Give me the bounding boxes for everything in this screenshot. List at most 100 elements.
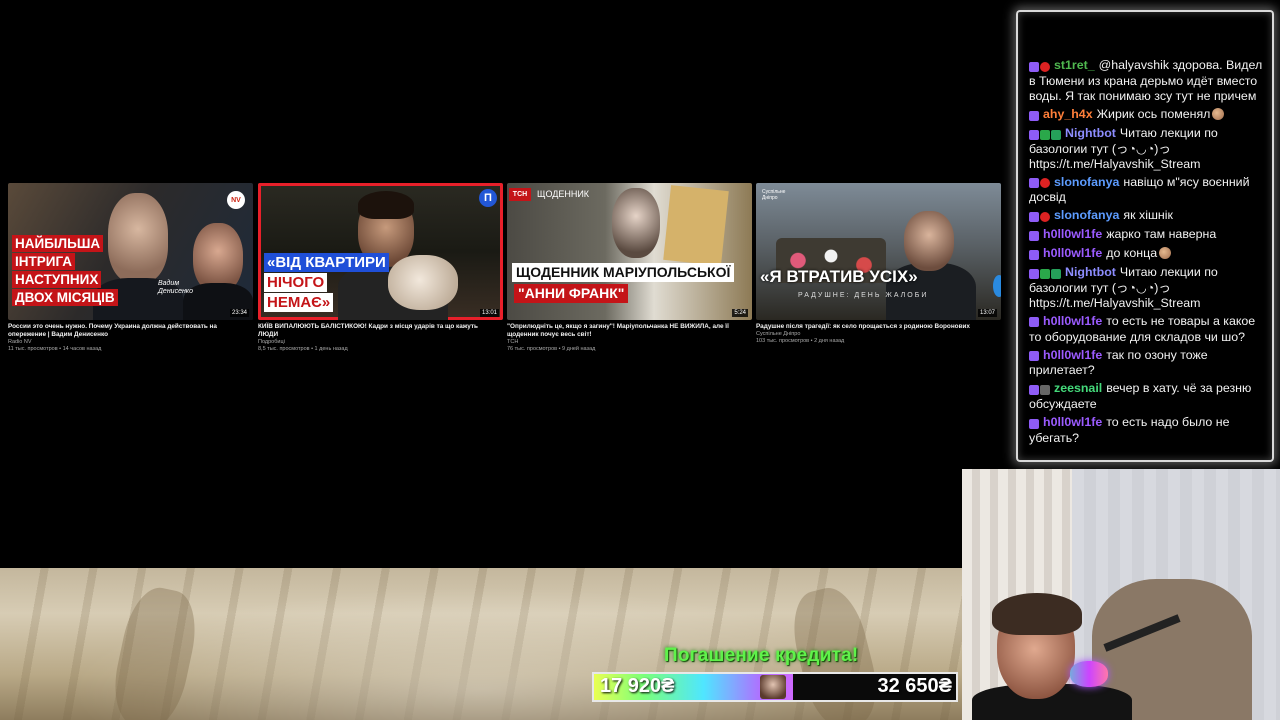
chat-message: st1ret_ @halyavshik здорова. Видел в Тюме… — [1029, 58, 1266, 104]
thumbnail-person — [612, 188, 660, 258]
green-badge-icon — [1040, 129, 1050, 140]
video-thumbnail[interactable]: NV НАЙБІЛЬША ІНТРИГА НАСТУПНИХ ДВОХ МІСЯ… — [8, 183, 253, 320]
donation-goal-bar: 17 920₴ 32 650₴ — [592, 672, 958, 702]
video-duration: 5:24 — [732, 309, 748, 317]
tw-badge-icon — [1029, 418, 1039, 429]
thumbnail-diary-label: ЩОДЕННИК — [537, 189, 590, 199]
video-title[interactable]: "Оприлюдніть це, якщо я загину"! Маріупо… — [507, 323, 732, 339]
chat-message-list[interactable]: st1ret_ @halyavshik здорова. Видел в Тюме… — [1029, 58, 1266, 446]
donation-goal-title: Погашение кредита! — [664, 645, 859, 666]
chat-username[interactable]: slonofanya — [1054, 208, 1119, 222]
video-card[interactable]: П «ВІД КВАРТИРИ НІЧОГО НЕМАЄ» 13:01 КИЇВ… — [258, 183, 503, 353]
thumbnail-person-hair — [358, 191, 414, 219]
webcam-feed — [962, 469, 1280, 720]
tw-badge-icon — [1029, 178, 1039, 189]
robot-badge-icon — [1051, 268, 1061, 279]
chat-text: до конца — [1106, 246, 1158, 261]
chat-text: жарко там наверна — [1106, 227, 1217, 242]
thumbnail-caption: «Я ВТРАТИВ УСІХ» — [760, 267, 918, 286]
tw-badge-icon — [1029, 317, 1039, 328]
thumbnail-caption-line: "АННИ ФРАНК" — [514, 284, 629, 303]
robot-badge-icon — [1051, 129, 1061, 140]
tw-badge-icon — [1029, 212, 1039, 223]
chat-badges — [1029, 266, 1062, 281]
chat-text: Жирик ось поменял — [1096, 106, 1211, 121]
emote-icon — [1212, 107, 1225, 120]
thumbnail-diary — [663, 185, 729, 266]
tw-badge-icon — [1029, 110, 1039, 121]
thumbnail-caption-line: ЩОДЕННИК МАРІУПОЛЬСЬКОЇ — [512, 263, 735, 282]
video-meta: 103 тыс. просмотров • 2 дня назад — [756, 338, 845, 344]
thumbnail-caption: НАЙБІЛЬША ІНТРИГА НАСТУПНИХ ДВОХ МІСЯЦІВ — [12, 235, 118, 307]
video-card[interactable]: NV НАЙБІЛЬША ІНТРИГА НАСТУПНИХ ДВОХ МІСЯ… — [8, 183, 253, 353]
next-arrow-icon[interactable] — [993, 275, 1001, 297]
chat-message: slonofanya як хішнік — [1029, 208, 1266, 224]
channel-name[interactable]: Radio NV — [8, 339, 253, 346]
tw-badge-icon — [1029, 61, 1039, 72]
video-thumbnail[interactable]: Суспільне Дніпро «Я ВТРАТИВ УСІХ» РАДУШН… — [756, 183, 1001, 320]
chat-username[interactable]: h0ll0wl1fe — [1043, 227, 1102, 241]
chat-message: Nightbot Читаю лекции по базологии тут (っ… — [1029, 126, 1266, 172]
tw-badge-icon — [1029, 249, 1039, 260]
channel-logo-icon: NV — [227, 191, 245, 209]
video-duration: 13:07 — [977, 309, 997, 317]
chat-panel: st1ret_ @halyavshik здорова. Видел в Тюме… — [1016, 10, 1274, 462]
video-duration: 13:01 — [479, 309, 499, 317]
chat-message: zeesnail вечер в хату. чё за резню обсужд… — [1029, 381, 1266, 412]
video-thumbnail[interactable]: П «ВІД КВАРТИРИ НІЧОГО НЕМАЄ» 13:01 — [258, 183, 503, 320]
thumbnail-subtitle: РАДУШНЕ: ДЕНЬ ЖАЛОБИ — [798, 292, 929, 299]
chat-badges — [1029, 108, 1040, 123]
chat-username[interactable]: h0ll0wl1fe — [1043, 314, 1102, 328]
chat-username[interactable]: h0ll0wl1fe — [1043, 415, 1102, 429]
red-badge-icon — [1040, 178, 1050, 189]
video-title[interactable]: России это очень нужно. Почему Украина д… — [8, 323, 233, 339]
video-title[interactable]: Радушне після трагедії: як село прощаєть… — [756, 323, 981, 331]
chat-username[interactable]: h0ll0wl1fe — [1043, 348, 1102, 362]
thumbnail-caption-line: НІЧОГО — [264, 273, 328, 292]
video-meta: 76 тыс. просмотров • 9 дней назад — [507, 346, 596, 352]
chat-badges — [1029, 176, 1051, 191]
chat-message: Nightbot Читаю лекции по базологии тут (っ… — [1029, 265, 1266, 311]
video-meta: 8,5 тыс. просмотров • 1 день назад — [258, 346, 348, 352]
thumbnail-signature: Вадим Денисенко — [158, 280, 194, 295]
thumbnail-caption: ЩОДЕННИК МАРІУПОЛЬСЬКОЇ "АННИ ФРАНК" — [512, 263, 735, 305]
scene-rut — [106, 582, 204, 720]
video-thumbnail[interactable]: ТСН ЩОДЕННИК ЩОДЕННИК МАРІУПОЛЬСЬКОЇ "АН… — [507, 183, 752, 320]
thumbnail-caption-line: ІНТРИГА — [12, 253, 76, 270]
chat-message: h0ll0wl1fe то есть не товары а какое то о… — [1029, 314, 1266, 345]
chat-username[interactable]: ahy_h4x — [1043, 107, 1093, 121]
channel-name[interactable]: ТСН — [507, 339, 752, 346]
video-meta: 11 тыс. просмотров • 14 часов назад — [8, 346, 102, 352]
microphone-icon — [1070, 661, 1108, 687]
chat-badges — [1029, 228, 1040, 243]
chat-badges — [1029, 247, 1040, 262]
video-card[interactable]: Суспільне Дніпро «Я ВТРАТИВ УСІХ» РАДУШН… — [756, 183, 1001, 345]
video-title[interactable]: КИЇВ ВИПАЛЮЮТЬ БАЛІСТИКОЮ! Кадри з місця… — [258, 323, 483, 339]
chat-badges — [1029, 416, 1040, 431]
thumbnail-caption-line: ДВОХ МІСЯЦІВ — [12, 289, 118, 306]
channel-name[interactable]: Подробиці — [258, 339, 503, 346]
chat-username[interactable]: slonofanya — [1054, 175, 1119, 189]
chat-badges — [1029, 59, 1051, 74]
thumbnail-caption: «ВІД КВАРТИРИ НІЧОГО НЕМАЄ» — [264, 253, 389, 313]
chat-message: h0ll0wl1fe до конца — [1029, 246, 1266, 262]
chat-message: ahy_h4x Жирик ось поменял — [1029, 107, 1266, 123]
chat-badges — [1029, 382, 1051, 397]
tw-badge-icon — [1029, 230, 1039, 241]
chat-username[interactable]: Nightbot — [1065, 265, 1116, 279]
chat-username[interactable]: st1ret_ — [1054, 58, 1095, 72]
donation-goal-current: 17 920₴ — [600, 675, 675, 697]
tw-badge-icon — [1029, 129, 1039, 140]
chat-username[interactable]: h0ll0wl1fe — [1043, 246, 1102, 260]
chat-username[interactable]: Nightbot — [1065, 126, 1116, 140]
video-card[interactable]: ТСН ЩОДЕННИК ЩОДЕННИК МАРІУПОЛЬСЬКОЇ "АН… — [507, 183, 752, 353]
video-grid: NV НАЙБІЛЬША ІНТРИГА НАСТУПНИХ ДВОХ МІСЯ… — [8, 183, 1001, 363]
video-duration: 23:34 — [229, 309, 249, 317]
channel-logo-icon: Суспільне Дніпро — [762, 189, 786, 201]
channel-name[interactable]: Суспільне Дніпро — [756, 331, 1001, 338]
thumbnail-dog — [388, 255, 458, 310]
chat-username[interactable]: zeesnail — [1054, 381, 1102, 395]
sec-badge-icon — [1040, 385, 1050, 396]
channel-logo-icon: ТСН — [509, 188, 531, 201]
tw-badge-icon — [1029, 268, 1039, 279]
